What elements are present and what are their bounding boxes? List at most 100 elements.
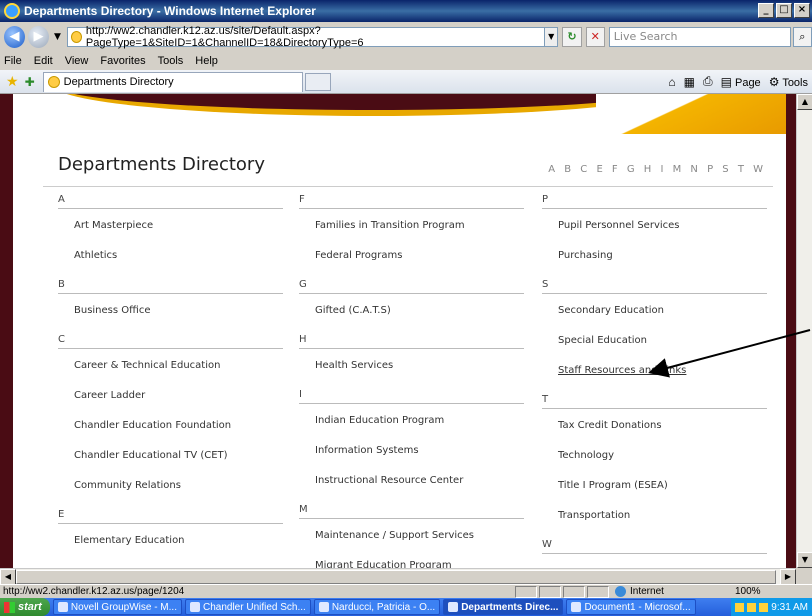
back-button[interactable]: ◀ <box>4 26 26 48</box>
taskbar-task[interactable]: Document1 - Microsof... <box>566 599 696 615</box>
department-link[interactable]: Elementary Education <box>58 534 283 564</box>
department-link[interactable]: Instructional Resource Center <box>299 474 524 504</box>
department-link[interactable]: Gifted (C.A.T.S) <box>299 304 524 334</box>
taskbar-task[interactable]: Novell GroupWise - M... <box>52 599 182 615</box>
scroll-left-icon[interactable]: ◀ <box>0 569 16 585</box>
scroll-thumb[interactable] <box>16 570 776 584</box>
menu-view[interactable]: View <box>65 55 89 67</box>
department-link[interactable]: Art Masterpiece <box>58 219 283 249</box>
scroll-right-icon[interactable]: ▶ <box>780 569 796 585</box>
department-link[interactable]: Athletics <box>58 249 283 279</box>
department-link[interactable]: Maintenance / Support Services <box>299 529 524 559</box>
letter-heading: E <box>58 509 65 520</box>
department-link[interactable]: Secondary Education <box>542 304 767 334</box>
department-link[interactable]: Information Systems <box>299 444 524 474</box>
letter-divider <box>58 208 283 209</box>
feeds-icon[interactable]: ▦ <box>684 75 695 89</box>
tray-icon[interactable] <box>735 602 745 612</box>
tools-menu[interactable]: ⚙ Tools <box>769 75 808 89</box>
page-menu-label: Page <box>734 76 761 89</box>
letter-heading: F <box>299 194 305 205</box>
zoom-level[interactable]: 100% <box>735 586 761 597</box>
department-link[interactable]: Career Ladder <box>58 389 283 419</box>
taskbar-task[interactable]: Narducci, Patricia - O... <box>313 599 441 615</box>
search-icon[interactable]: ⌕ <box>792 27 812 47</box>
letter-divider <box>299 348 524 349</box>
address-bar[interactable]: http://ww2.chandler.k12.az.us/site/Defau… <box>66 25 545 49</box>
home-icon[interactable]: ⌂ <box>668 75 675 89</box>
search-input[interactable]: Live Search <box>608 27 791 47</box>
status-cell <box>587 585 609 598</box>
alphabet-index[interactable]: A B C E F G H I M N P S T W <box>548 164 766 175</box>
new-tab-button[interactable] <box>304 72 331 91</box>
history-dropdown-icon[interactable]: ▼ <box>54 32 61 42</box>
print-icon[interactable]: ⎙ <box>703 74 713 89</box>
clock: 9:31 AM <box>771 601 808 613</box>
department-link[interactable]: Staff Resources and Links <box>542 364 767 394</box>
letter-divider <box>58 293 283 294</box>
stop-button[interactable]: ✕ <box>585 27 605 47</box>
letter-heading: M <box>299 504 308 515</box>
menu-favorites[interactable]: Favorites <box>100 55 145 67</box>
menu-bar: File Edit View Favorites Tools Help <box>0 52 812 70</box>
department-link[interactable]: Chandler Educational TV (CET) <box>58 449 283 479</box>
close-button[interactable]: × <box>794 3 810 18</box>
address-text[interactable]: http://ww2.chandler.k12.az.us/site/Defau… <box>86 25 544 49</box>
letter-heading: I <box>299 389 302 400</box>
taskbar-task[interactable]: Departments Direc... <box>443 599 564 615</box>
status-url: http://ww2.chandler.k12.az.us/page/1204 <box>3 586 185 597</box>
forward-button[interactable]: ▶ <box>28 26 50 48</box>
favorites-star-icon[interactable]: ★ <box>6 74 19 90</box>
system-tray: 9:31 AM <box>731 598 812 616</box>
letter-heading: P <box>542 194 549 205</box>
scroll-down-icon[interactable]: ▼ <box>797 552 812 568</box>
vertical-scrollbar[interactable]: ▲ ▼ <box>796 94 812 568</box>
maximize-button[interactable]: □ <box>776 3 792 18</box>
window-title: Departments Directory - Windows Internet… <box>24 4 316 18</box>
department-link[interactable]: Special Education <box>542 334 767 364</box>
tools-menu-label: Tools <box>782 76 808 89</box>
scroll-up-icon[interactable]: ▲ <box>797 94 812 110</box>
department-link[interactable]: Transportation <box>542 509 767 539</box>
department-link[interactable]: Career & Technical Education <box>58 359 283 389</box>
department-link[interactable]: Families in Transition Program <box>299 219 524 249</box>
page-menu[interactable]: ▤ Page <box>721 75 761 89</box>
task-label: Novell GroupWise - M... <box>70 601 177 613</box>
department-link[interactable]: Community Relations <box>58 479 283 509</box>
department-link[interactable]: Technology <box>542 449 767 479</box>
department-link[interactable]: Federal Programs <box>299 249 524 279</box>
letter-heading: C <box>58 334 65 345</box>
task-label: Chandler Unified Sch... <box>202 601 306 613</box>
tray-icon[interactable] <box>759 602 769 612</box>
start-label: start <box>18 601 42 613</box>
horizontal-scrollbar[interactable]: ◀ ▶ <box>0 568 796 585</box>
minimize-button[interactable]: _ <box>758 3 774 18</box>
letter-divider <box>299 208 524 209</box>
security-zone[interactable]: Internet <box>615 586 725 597</box>
tab-departments-directory[interactable]: Departments Directory <box>42 71 303 92</box>
app-icon <box>448 602 459 612</box>
add-favorite-icon[interactable]: ✚ <box>25 75 35 89</box>
department-link[interactable]: Tax Credit Donations <box>542 419 767 449</box>
tray-icon[interactable] <box>747 602 757 612</box>
menu-file[interactable]: File <box>4 55 22 67</box>
taskbar-task[interactable]: Chandler Unified Sch... <box>184 599 311 615</box>
department-link[interactable]: Purchasing <box>542 249 767 279</box>
department-link[interactable]: Indian Education Program <box>299 414 524 444</box>
department-link[interactable]: Business Office <box>58 304 283 334</box>
department-link[interactable]: Title I Program (ESEA) <box>542 479 767 509</box>
department-link[interactable]: Chandler Education Foundation <box>58 419 283 449</box>
menu-help[interactable]: Help <box>195 55 218 67</box>
menu-edit[interactable]: Edit <box>34 55 53 67</box>
department-link[interactable]: Pupil Personnel Services <box>542 219 767 249</box>
letter-heading: H <box>299 334 307 345</box>
menu-tools[interactable]: Tools <box>158 55 184 67</box>
address-dropdown-icon[interactable]: ▼ <box>544 27 559 47</box>
start-button[interactable]: start <box>0 598 50 616</box>
app-icon <box>189 602 200 612</box>
department-link[interactable]: Health Services <box>299 359 524 389</box>
department-link[interactable]: Migrant Education Program <box>299 559 524 568</box>
tab-bar: ★ ✚ Departments Directory ⌂ ▦ ⎙ ▤ Page ⚙… <box>0 70 812 94</box>
refresh-button[interactable]: ↻ <box>562 27 582 47</box>
letter-divider <box>542 293 767 294</box>
